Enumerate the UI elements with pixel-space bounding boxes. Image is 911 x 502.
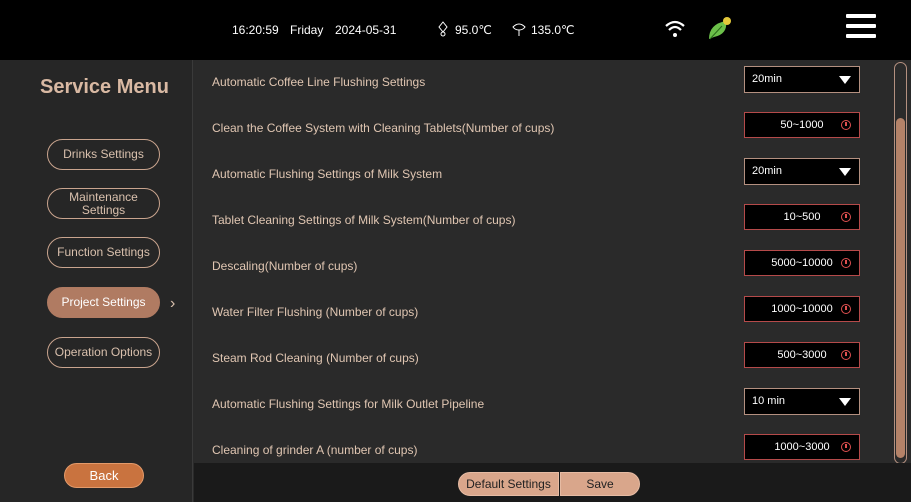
sidebar-item-function-settings[interactable]: Function Settings xyxy=(47,237,160,268)
setting-label: Descaling(Number of cups) xyxy=(212,259,358,273)
setting-row: Descaling(Number of cups) 5000~10000 xyxy=(194,244,894,290)
setting-row: Automatic Coffee Line Flushing Settings … xyxy=(194,60,894,106)
default-settings-button[interactable]: Default Settings xyxy=(458,472,559,496)
sidebar-item-operation-options[interactable]: Operation Options xyxy=(47,337,160,368)
dropdown-value: 10 min xyxy=(752,395,786,407)
boiler-icon xyxy=(438,21,448,37)
warning-icon xyxy=(841,350,851,360)
setting-label: Clean the Coffee System with Cleaning Ta… xyxy=(212,121,555,135)
milk-outlet-flush-dropdown[interactable]: 10 min xyxy=(744,388,860,415)
coffee-line-flush-dropdown[interactable]: 20min xyxy=(744,66,860,93)
back-button[interactable]: Back xyxy=(64,463,144,488)
descaling-cups-input[interactable]: 5000~10000 xyxy=(744,250,860,276)
save-button[interactable]: Save xyxy=(560,472,640,496)
input-placeholder: 1000~3000 xyxy=(774,441,830,453)
caret-down-icon xyxy=(839,76,851,84)
coffee-tablet-cups-input[interactable]: 50~1000 xyxy=(744,112,860,138)
input-placeholder: 1000~10000 xyxy=(771,303,833,315)
setting-row: Water Filter Flushing (Number of cups) 1… xyxy=(194,290,894,336)
scrollbar-thumb[interactable] xyxy=(896,118,905,458)
setting-label: Water Filter Flushing (Number of cups) xyxy=(212,305,419,319)
setting-label: Tablet Cleaning Settings of Milk System(… xyxy=(212,213,516,227)
status-bar: 16:20:59 Friday 2024-05-31 95.0℃ 135.0℃ xyxy=(0,0,911,60)
settings-list: Automatic Coffee Line Flushing Settings … xyxy=(194,60,894,462)
warning-icon xyxy=(841,442,851,452)
warning-icon xyxy=(841,120,851,130)
steam-temperature: 135.0℃ xyxy=(531,23,575,37)
steam-rod-cups-input[interactable]: 500~3000 xyxy=(744,342,860,368)
sidebar-item-drinks-settings[interactable]: Drinks Settings xyxy=(47,139,160,170)
weekday: Friday xyxy=(290,23,324,37)
chevron-right-icon: › xyxy=(170,295,176,312)
setting-label: Cleaning of grinder A (number of cups) xyxy=(212,443,418,457)
setting-label: Automatic Coffee Line Flushing Settings xyxy=(212,75,426,89)
setting-row: Automatic Flushing Settings of Milk Syst… xyxy=(194,152,894,198)
dropdown-value: 20min xyxy=(752,73,782,85)
date: 2024-05-31 xyxy=(335,23,397,37)
sidebar-item-maintenance-settings[interactable]: Maintenance Settings xyxy=(47,188,160,219)
setting-label: Steam Rod Cleaning (Number of cups) xyxy=(212,351,419,365)
input-placeholder: 10~500 xyxy=(783,211,821,223)
warning-icon xyxy=(841,212,851,222)
hamburger-menu-icon[interactable] xyxy=(846,14,876,44)
dropdown-value: 20min xyxy=(752,165,782,177)
warning-icon xyxy=(841,304,851,314)
boiler-temperature: 95.0℃ xyxy=(455,23,492,37)
setting-row: Cleaning of grinder A (number of cups) 1… xyxy=(194,428,894,462)
vertical-scrollbar[interactable] xyxy=(894,62,907,464)
setting-row: Tablet Cleaning Settings of Milk System(… xyxy=(194,198,894,244)
milk-system-flush-dropdown[interactable]: 20min xyxy=(744,158,860,185)
setting-label: Automatic Flushing Settings for Milk Out… xyxy=(212,397,485,411)
water-filter-cups-input[interactable]: 1000~10000 xyxy=(744,296,860,322)
clock-time: 16:20:59 xyxy=(232,23,279,37)
warning-icon xyxy=(841,258,851,268)
caret-down-icon xyxy=(839,398,851,406)
input-placeholder: 50~1000 xyxy=(780,119,824,131)
input-placeholder: 500~3000 xyxy=(777,349,827,361)
grinder-a-cups-input[interactable]: 1000~3000 xyxy=(744,434,860,460)
setting-row: Steam Rod Cleaning (Number of cups) 500~… xyxy=(194,336,894,382)
wifi-icon xyxy=(665,20,685,37)
leaf-icon[interactable] xyxy=(706,16,732,42)
sidebar: Service Menu Drinks Settings Maintenance… xyxy=(0,60,193,502)
setting-row: Clean the Coffee System with Cleaning Ta… xyxy=(194,106,894,152)
steam-icon xyxy=(512,23,526,36)
caret-down-icon xyxy=(839,168,851,176)
setting-row: Automatic Flushing Settings for Milk Out… xyxy=(194,382,894,428)
bottom-action-bar: Default Settings Save xyxy=(194,463,911,502)
sidebar-title: Service Menu xyxy=(40,76,169,98)
sidebar-item-project-settings[interactable]: Project Settings xyxy=(47,287,160,318)
input-placeholder: 5000~10000 xyxy=(771,257,833,269)
milk-tablet-cups-input[interactable]: 10~500 xyxy=(744,204,860,230)
setting-label: Automatic Flushing Settings of Milk Syst… xyxy=(212,167,443,181)
